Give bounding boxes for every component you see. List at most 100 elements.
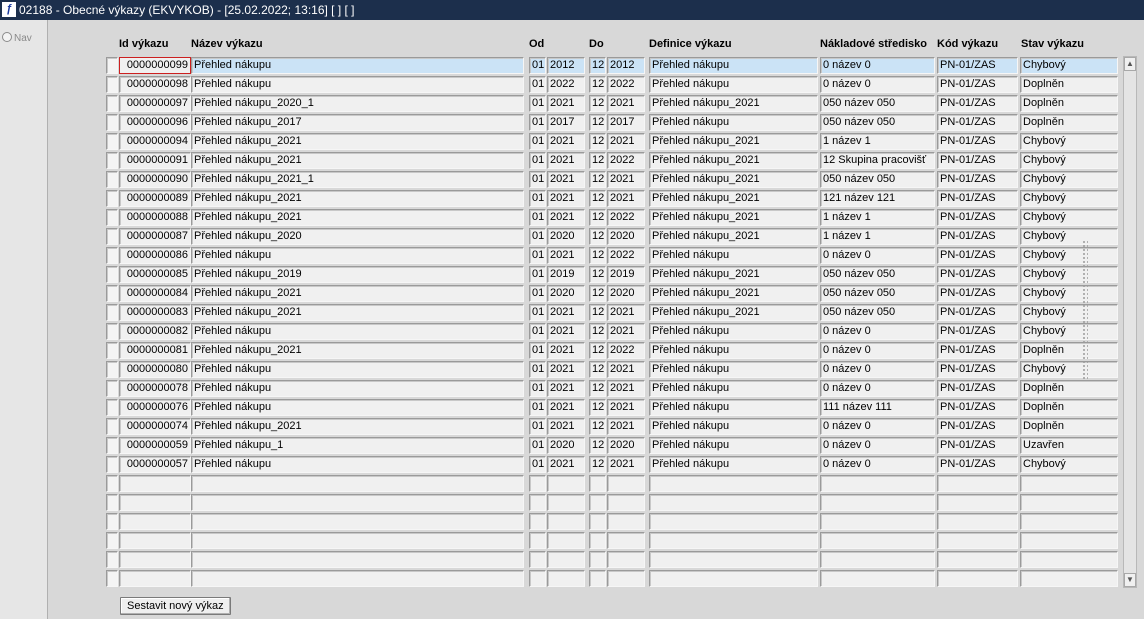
- cell-from-year[interactable]: 2021: [547, 304, 585, 321]
- cell-status[interactable]: Chybový: [1020, 133, 1118, 150]
- cell-definition[interactable]: Přehled nákupu: [649, 380, 818, 397]
- cell-status[interactable]: Chybový: [1020, 190, 1118, 207]
- cell-from-month[interactable]: 01: [529, 304, 546, 321]
- row-selector[interactable]: [106, 399, 118, 416]
- cell-from-year[interactable]: 2021: [547, 323, 585, 340]
- cell-name[interactable]: Přehled nákupu_2020: [191, 228, 524, 245]
- row-selector[interactable]: [106, 418, 118, 435]
- cell-to-month[interactable]: [589, 475, 606, 492]
- cell-definition[interactable]: Přehled nákupu: [649, 399, 818, 416]
- cell-to-month[interactable]: 12: [589, 171, 606, 188]
- row-selector[interactable]: [106, 190, 118, 207]
- row-selector[interactable]: [106, 304, 118, 321]
- cell-code[interactable]: [937, 494, 1018, 511]
- cell-definition[interactable]: Přehled nákupu_2021: [649, 266, 818, 283]
- cell-to-month[interactable]: 12: [589, 437, 606, 454]
- resize-grip[interactable]: [1082, 240, 1088, 380]
- cell-to-year[interactable]: 2020: [607, 228, 645, 245]
- cell-cost-center[interactable]: 0 název 0: [820, 57, 935, 74]
- cell-from-month[interactable]: 01: [529, 456, 546, 473]
- cell-to-year[interactable]: 2021: [607, 171, 645, 188]
- cell-name[interactable]: Přehled nákupu_2021_1: [191, 171, 524, 188]
- cell-name[interactable]: [191, 532, 524, 549]
- cell-from-year[interactable]: [547, 532, 585, 549]
- cell-definition[interactable]: Přehled nákupu_2021: [649, 133, 818, 150]
- cell-code[interactable]: PN-01/ZAS: [937, 285, 1018, 302]
- cell-from-month[interactable]: 01: [529, 342, 546, 359]
- cell-id[interactable]: 0000000057: [119, 456, 191, 473]
- cell-id[interactable]: 0000000094: [119, 133, 191, 150]
- scroll-down-icon[interactable]: ▼: [1124, 573, 1136, 587]
- cell-status[interactable]: Chybový: [1020, 171, 1118, 188]
- cell-id[interactable]: 0000000081: [119, 342, 191, 359]
- cell-from-year[interactable]: 2021: [547, 456, 585, 473]
- cell-to-month[interactable]: 12: [589, 361, 606, 378]
- cell-name[interactable]: Přehled nákupu: [191, 361, 524, 378]
- cell-to-year[interactable]: [607, 494, 645, 511]
- cell-status[interactable]: Chybový: [1020, 266, 1118, 283]
- cell-name[interactable]: Přehled nákupu_2017: [191, 114, 524, 131]
- cell-id[interactable]: 0000000059: [119, 437, 191, 454]
- cell-definition[interactable]: [649, 570, 818, 587]
- cell-to-month[interactable]: [589, 532, 606, 549]
- cell-to-month[interactable]: 12: [589, 209, 606, 226]
- row-selector[interactable]: [106, 532, 118, 549]
- cell-to-month[interactable]: [589, 513, 606, 530]
- row-selector[interactable]: [106, 380, 118, 397]
- cell-cost-center[interactable]: 12 Skupina pracovišť: [820, 152, 935, 169]
- cell-status[interactable]: Doplněn: [1020, 95, 1118, 112]
- cell-to-month[interactable]: 12: [589, 380, 606, 397]
- row-selector[interactable]: [106, 209, 118, 226]
- cell-cost-center[interactable]: [820, 551, 935, 568]
- cell-name[interactable]: [191, 570, 524, 587]
- cell-to-year[interactable]: 2021: [607, 190, 645, 207]
- cell-name[interactable]: Přehled nákupu_2021: [191, 152, 524, 169]
- cell-code[interactable]: PN-01/ZAS: [937, 247, 1018, 264]
- cell-to-month[interactable]: 12: [589, 399, 606, 416]
- cell-definition[interactable]: Přehled nákupu_2021: [649, 209, 818, 226]
- cell-status[interactable]: Chybový: [1020, 456, 1118, 473]
- cell-definition[interactable]: [649, 551, 818, 568]
- cell-from-month[interactable]: 01: [529, 114, 546, 131]
- cell-from-year[interactable]: 2019: [547, 266, 585, 283]
- cell-status[interactable]: Doplněn: [1020, 114, 1118, 131]
- cell-from-year[interactable]: 2021: [547, 361, 585, 378]
- cell-cost-center[interactable]: 0 název 0: [820, 323, 935, 340]
- cell-definition[interactable]: Přehled nákupu: [649, 361, 818, 378]
- cell-status[interactable]: Chybový: [1020, 57, 1118, 74]
- row-selector[interactable]: [106, 323, 118, 340]
- cell-to-year[interactable]: [607, 513, 645, 530]
- cell-status[interactable]: Doplněn: [1020, 76, 1118, 93]
- row-selector[interactable]: [106, 114, 118, 131]
- cell-id[interactable]: [119, 475, 191, 492]
- cell-cost-center[interactable]: 050 název 050: [820, 95, 935, 112]
- cell-name[interactable]: Přehled nákupu: [191, 76, 524, 93]
- cell-from-year[interactable]: 2021: [547, 209, 585, 226]
- cell-status[interactable]: [1020, 570, 1118, 587]
- cell-name[interactable]: Přehled nákupu: [191, 323, 524, 340]
- cell-definition[interactable]: [649, 475, 818, 492]
- cell-to-month[interactable]: 12: [589, 190, 606, 207]
- cell-to-month[interactable]: 12: [589, 228, 606, 245]
- cell-code[interactable]: PN-01/ZAS: [937, 171, 1018, 188]
- cell-to-month[interactable]: 12: [589, 266, 606, 283]
- cell-cost-center[interactable]: [820, 532, 935, 549]
- cell-definition[interactable]: Přehled nákupu_2021: [649, 95, 818, 112]
- cell-id[interactable]: 0000000083: [119, 304, 191, 321]
- cell-id[interactable]: 0000000074: [119, 418, 191, 435]
- cell-id[interactable]: 0000000096: [119, 114, 191, 131]
- cell-to-year[interactable]: 2021: [607, 380, 645, 397]
- cell-status[interactable]: [1020, 494, 1118, 511]
- vertical-scrollbar[interactable]: ▲ ▼: [1123, 56, 1137, 588]
- cell-name[interactable]: Přehled nákupu_2021: [191, 285, 524, 302]
- cell-definition[interactable]: Přehled nákupu: [649, 247, 818, 264]
- cell-cost-center[interactable]: [820, 475, 935, 492]
- scroll-up-icon[interactable]: ▲: [1124, 57, 1136, 71]
- cell-code[interactable]: [937, 551, 1018, 568]
- cell-to-year[interactable]: 2021: [607, 418, 645, 435]
- cell-cost-center[interactable]: 050 název 050: [820, 171, 935, 188]
- cell-code[interactable]: [937, 513, 1018, 530]
- cell-to-year[interactable]: [607, 570, 645, 587]
- cell-id[interactable]: 0000000091: [119, 152, 191, 169]
- cell-from-year[interactable]: [547, 551, 585, 568]
